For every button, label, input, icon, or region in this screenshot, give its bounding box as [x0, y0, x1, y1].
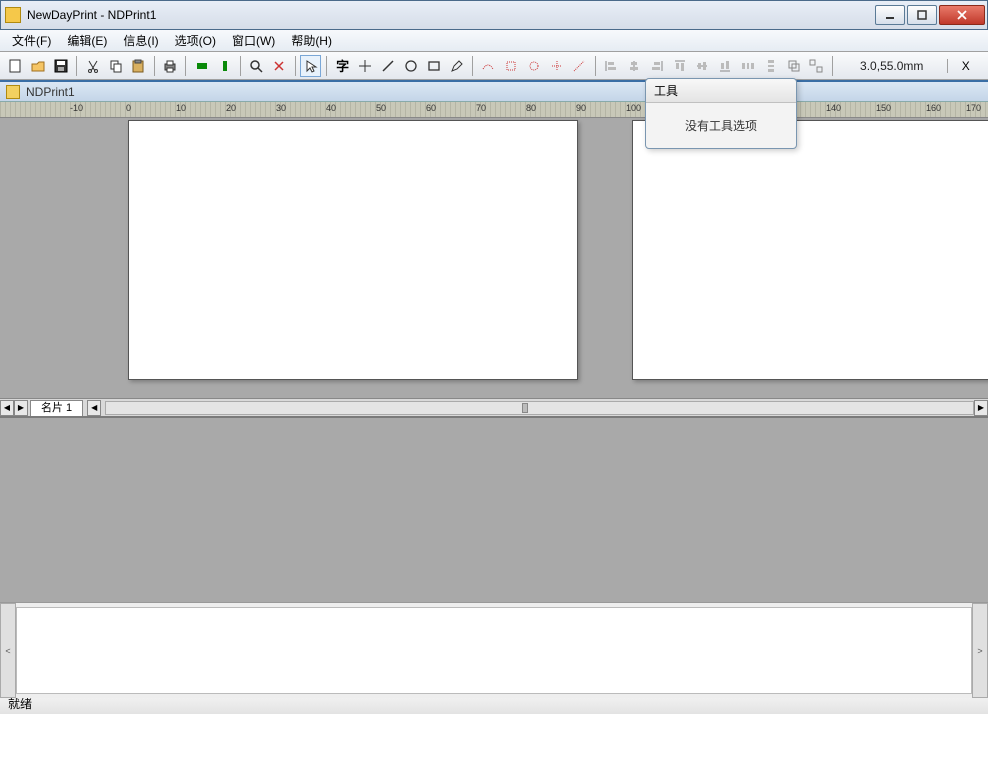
- zoom-button[interactable]: [246, 55, 267, 77]
- ruler-tick: 20: [226, 103, 236, 113]
- align-center-h-button[interactable]: [624, 55, 645, 77]
- print-button[interactable]: [160, 55, 181, 77]
- ruler-tick: 90: [576, 103, 586, 113]
- horizontal-scrollbar[interactable]: [105, 401, 974, 415]
- ruler-tick: 160: [926, 103, 941, 113]
- menu-info[interactable]: 信息(I): [115, 30, 166, 51]
- ruler-tick: 140: [826, 103, 841, 113]
- menu-edit[interactable]: 编辑(E): [59, 30, 115, 51]
- align-middle-v-button[interactable]: [692, 55, 713, 77]
- page-1[interactable]: [128, 120, 578, 380]
- bottom-panel-scroll-left[interactable]: <: [0, 603, 16, 698]
- ruler-tick: 30: [276, 103, 286, 113]
- x-axis-label: X: [947, 59, 984, 73]
- align-right-button[interactable]: [646, 55, 667, 77]
- distribute-v-button[interactable]: [760, 55, 781, 77]
- window-titlebar: NewDayPrint - NDPrint1: [0, 0, 988, 30]
- menu-option[interactable]: 选项(O): [167, 30, 224, 51]
- ruler-tick: 170: [966, 103, 981, 113]
- menu-help[interactable]: 帮助(H): [283, 30, 340, 51]
- zoom-out-button[interactable]: [269, 55, 290, 77]
- ruler-tick: 150: [876, 103, 891, 113]
- ruler-tick: 70: [476, 103, 486, 113]
- ruler-tick: 100: [626, 103, 641, 113]
- document-title: NDPrint1: [26, 85, 75, 99]
- coordinate-readout: 3.0,55.0mm: [837, 59, 947, 73]
- crosshair-tool-button[interactable]: [355, 55, 376, 77]
- ruler-tick: 50: [376, 103, 386, 113]
- bottom-panel: < >: [0, 602, 988, 698]
- document-titlebar: NDPrint1: [0, 82, 988, 102]
- group-button[interactable]: [783, 55, 804, 77]
- ruler-tick: 0: [126, 103, 131, 113]
- tool-panel-title[interactable]: 工具: [646, 79, 796, 103]
- minimize-button[interactable]: [875, 5, 905, 25]
- bottom-panel-scroll-right[interactable]: >: [972, 603, 988, 698]
- path-tool4-button[interactable]: [546, 55, 567, 77]
- new-button[interactable]: [5, 55, 26, 77]
- pen-tool-button[interactable]: [446, 55, 467, 77]
- circle-tool-button[interactable]: [401, 55, 422, 77]
- document-icon: [6, 85, 20, 99]
- ruler-tick: 10: [176, 103, 186, 113]
- horizontal-ruler[interactable]: -10 0 10 20 30 40 50 60 70 80 90 100 110…: [0, 102, 988, 118]
- copy-button[interactable]: [105, 55, 126, 77]
- sheet-tab-1[interactable]: 名片 1: [30, 400, 83, 416]
- align-bottom-button[interactable]: [715, 55, 736, 77]
- scrollbar-thumb[interactable]: [522, 403, 528, 413]
- menu-window[interactable]: 窗口(W): [224, 30, 283, 51]
- toolbar: 字 3.0,55.0mm X: [0, 52, 988, 80]
- sheet-nav-prev-button[interactable]: ▶: [14, 400, 28, 416]
- paste-button[interactable]: [128, 55, 149, 77]
- workspace-gap: [0, 416, 988, 602]
- window-title: NewDayPrint - NDPrint1: [27, 8, 875, 22]
- ruler-tick: -10: [70, 103, 83, 113]
- ruler-tick: 80: [526, 103, 536, 113]
- canvas[interactable]: [0, 118, 988, 398]
- pointer-tool-button[interactable]: [300, 55, 321, 77]
- rect-tool-button[interactable]: [423, 55, 444, 77]
- distribute-h-button[interactable]: [738, 55, 759, 77]
- bottom-panel-content[interactable]: [16, 607, 972, 694]
- app-icon: [5, 7, 21, 23]
- sheet-nav-scroll-left[interactable]: ◀: [87, 400, 101, 416]
- menu-file[interactable]: 文件(F): [4, 30, 59, 51]
- close-button[interactable]: [939, 5, 985, 25]
- align-left-button[interactable]: [601, 55, 622, 77]
- save-button[interactable]: [51, 55, 72, 77]
- tool-options-panel[interactable]: 工具 没有工具选项: [645, 78, 797, 149]
- open-button[interactable]: [28, 55, 49, 77]
- window-buttons: [875, 5, 985, 25]
- ruler-tick: 40: [326, 103, 336, 113]
- document-area: NDPrint1 -10 0 10 20 30 40 50 60 70 80 9…: [0, 80, 988, 692]
- ungroup-button[interactable]: [806, 55, 827, 77]
- cut-button[interactable]: [82, 55, 103, 77]
- path-tool3-button[interactable]: [524, 55, 545, 77]
- maximize-button[interactable]: [907, 5, 937, 25]
- sheet-tab-bar: ◀ ▶ 名片 1 ◀ ▶: [0, 398, 988, 416]
- green-bar2-button[interactable]: [214, 55, 235, 77]
- page-2[interactable]: [632, 120, 988, 380]
- path-tool2-button[interactable]: [501, 55, 522, 77]
- path-tool1-button[interactable]: [478, 55, 499, 77]
- green-bar1-button[interactable]: [191, 55, 212, 77]
- sheet-nav-first-button[interactable]: ◀: [0, 400, 14, 416]
- line-tool-button[interactable]: [378, 55, 399, 77]
- path-tool5-button[interactable]: [569, 55, 590, 77]
- ruler-tick: 60: [426, 103, 436, 113]
- tool-panel-body: 没有工具选项: [646, 103, 796, 148]
- align-top-button[interactable]: [669, 55, 690, 77]
- text-tool-button[interactable]: 字: [332, 55, 353, 77]
- menu-bar: 文件(F) 编辑(E) 信息(I) 选项(O) 窗口(W) 帮助(H): [0, 30, 988, 52]
- sheet-nav-scroll-right[interactable]: ▶: [974, 400, 988, 416]
